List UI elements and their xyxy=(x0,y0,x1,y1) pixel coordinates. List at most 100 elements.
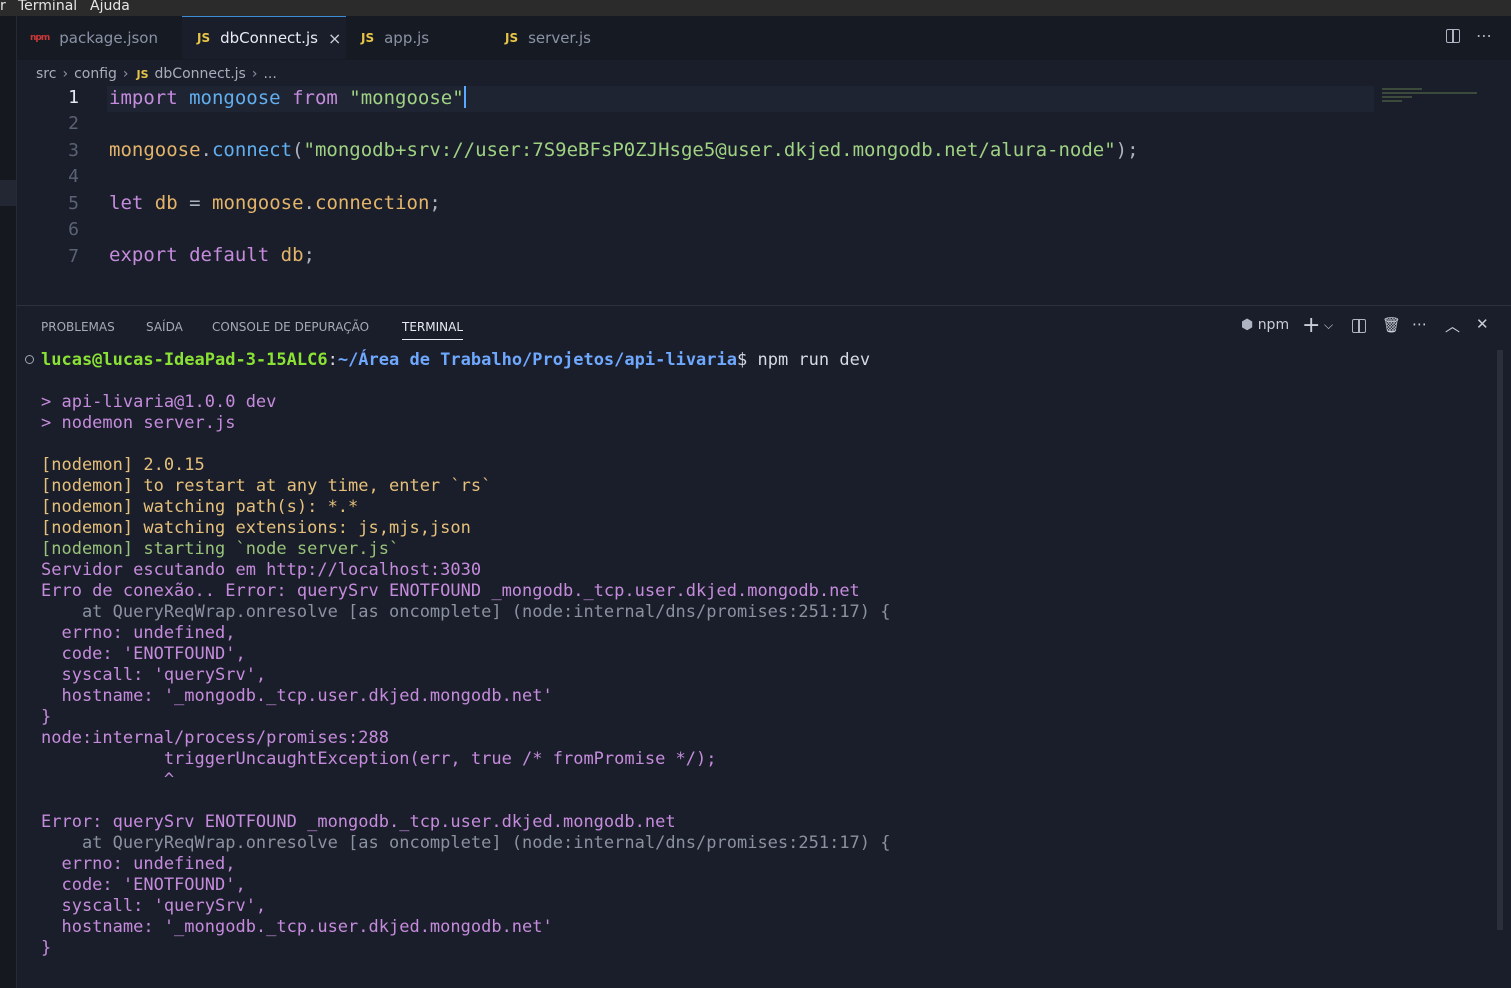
more-actions-icon[interactable]: ⋯ xyxy=(1476,26,1492,45)
breadcrumb: src › config › JS dbConnect.js › ... xyxy=(36,64,277,84)
split-terminal-icon[interactable] xyxy=(1352,319,1366,333)
identifier: mongoose xyxy=(212,192,304,214)
keyword: import xyxy=(109,87,178,109)
keyword: export xyxy=(109,244,178,266)
keyword: from xyxy=(292,87,338,109)
terminal-line: hostname: '_mongodb._tcp.user.dkjed.mong… xyxy=(41,917,553,937)
identifier: mongoose xyxy=(109,139,201,161)
terminal-line: errno: undefined, xyxy=(41,854,236,874)
terminal-name: npm xyxy=(1257,317,1290,333)
chevron-right-icon: › xyxy=(251,66,258,82)
command-status-icon[interactable] xyxy=(25,355,34,364)
tab-server-js[interactable]: JS server.js xyxy=(505,16,645,60)
tab-terminal[interactable]: TERMINAL xyxy=(402,320,464,340)
terminal-line: code: 'ENOTFOUND', xyxy=(41,875,246,895)
string-literal: "mongodb+srv://user:7S9eBFsP0ZJHsge5@use… xyxy=(303,139,1116,161)
identifier: mongoose xyxy=(189,87,281,109)
line-number: 4 xyxy=(68,166,79,187)
tab-label: server.js xyxy=(528,29,591,47)
terminal-line: [nodemon] 2.0.15 xyxy=(41,455,205,475)
code-editor[interactable]: 1 2 3 4 5 6 7 import mongoose from "mong… xyxy=(17,86,1511,304)
terminal-profile[interactable]: ⬢ npm xyxy=(1241,317,1289,333)
terminal-scrollbar[interactable] xyxy=(1497,350,1503,930)
prompt-path: ~/Área de Trabalho/Projetos/api-livaria xyxy=(337,350,737,370)
editor-tab-bar: npm package.json JS dbConnect.js × JS ap… xyxy=(17,16,1511,60)
breadcrumb-src[interactable]: src xyxy=(36,66,56,82)
terminal-line: at QueryReqWrap.onresolve [as oncomplete… xyxy=(41,833,891,853)
terminal-line: } xyxy=(41,707,52,727)
property: connection xyxy=(315,192,430,214)
string-literal: "mongoose" xyxy=(349,87,464,109)
terminal-line: > api-livaria@1.0.0 dev xyxy=(41,392,277,412)
punctuation: ( xyxy=(292,139,304,161)
js-icon: JS xyxy=(505,31,519,45)
terminal-line: [nodemon] watching extensions: js,mjs,js… xyxy=(41,518,471,538)
tab-package-json[interactable]: npm package.json xyxy=(17,16,195,60)
activity-bar-indicator xyxy=(0,180,16,206)
terminal-prompt: lucas@lucas-IdeaPad-3-15ALC6:~/Área de T… xyxy=(41,350,870,371)
code-line-3[interactable]: mongoose.connect("mongodb+srv://user:7S9… xyxy=(109,139,1139,161)
terminal-line: Servidor escutando em http://localhost:3… xyxy=(41,560,482,580)
code-line-5[interactable]: let db = mongoose.connection; xyxy=(109,192,441,214)
tab-label: app.js xyxy=(384,29,430,47)
line-number: 3 xyxy=(68,140,79,161)
terminal-output[interactable]: lucas@lucas-IdeaPad-3-15ALC6:~/Área de T… xyxy=(17,350,1492,988)
chevron-down-icon[interactable]: ⌵ xyxy=(1324,318,1333,333)
tab-problems[interactable]: PROBLEMAS xyxy=(41,320,115,334)
line-number: 2 xyxy=(68,113,79,134)
tab-dbconnect-js[interactable]: JS dbConnect.js × xyxy=(182,16,346,59)
menu-item-terminal[interactable]: Terminal xyxy=(18,0,77,13)
new-terminal-icon[interactable]: + xyxy=(1302,313,1320,338)
identifier: db xyxy=(154,192,178,214)
minimap[interactable] xyxy=(1382,86,1492,106)
tab-output[interactable]: SAÍDA xyxy=(146,320,183,334)
terminal-line: Erro de conexão.. Error: querySrv ENOTFO… xyxy=(41,581,860,601)
split-editor-icon[interactable] xyxy=(1446,29,1460,43)
terminal-line: [nodemon] starting `node server.js` xyxy=(41,539,400,559)
tab-label: package.json xyxy=(59,29,158,47)
prompt-user: lucas@lucas-IdeaPad-3-15ALC6 xyxy=(41,350,328,370)
prompt-separator: : xyxy=(327,350,338,370)
menu-bar: r Terminal Ajuda xyxy=(0,0,1511,16)
terminal-line: hostname: '_mongodb._tcp.user.dkjed.mong… xyxy=(41,686,553,706)
breadcrumb-file[interactable]: dbConnect.js xyxy=(155,66,246,82)
npm-icon: npm xyxy=(30,33,50,43)
tab-label: dbConnect.js xyxy=(220,29,318,47)
cube-icon: ⬢ xyxy=(1241,317,1254,333)
terminal-line: at QueryReqWrap.onresolve [as oncomplete… xyxy=(41,602,891,622)
menu-item-help[interactable]: Ajuda xyxy=(90,0,130,13)
more-actions-icon[interactable]: ⋯ xyxy=(1412,315,1427,333)
terminal-line: } xyxy=(41,938,52,958)
tab-app-js[interactable]: JS app.js xyxy=(361,16,501,60)
breadcrumb-more[interactable]: ... xyxy=(263,66,276,82)
close-icon[interactable]: × xyxy=(328,29,341,48)
terminal-line: triggerUncaughtException(err, true /* fr… xyxy=(41,749,717,769)
keyword: let xyxy=(109,192,144,214)
terminal-line: ^ xyxy=(41,770,175,790)
activity-bar xyxy=(0,16,17,988)
js-icon: JS xyxy=(197,31,211,45)
terminal-line: syscall: 'querySrv', xyxy=(41,896,267,916)
code-line-7[interactable]: export default db; xyxy=(109,244,315,266)
terminal-line: Error: querySrv ENOTFOUND _mongodb._tcp.… xyxy=(41,812,676,832)
punctuation: . xyxy=(303,192,315,214)
menu-item-partial[interactable]: r xyxy=(0,0,6,13)
breadcrumb-config[interactable]: config xyxy=(74,66,117,82)
code-line-1[interactable]: import mongoose from "mongoose" xyxy=(109,86,466,109)
terminal-line: code: 'ENOTFOUND', xyxy=(41,644,246,664)
panel-tab-bar: PROBLEMAS SAÍDA CONSOLE DE DEPURAÇÃO TER… xyxy=(17,306,1511,346)
text-cursor xyxy=(463,86,466,108)
maximize-panel-icon[interactable]: ︿ xyxy=(1445,315,1460,336)
trash-icon[interactable]: 🗑 xyxy=(1382,316,1401,334)
chevron-right-icon: › xyxy=(62,66,69,82)
terminal-line: syscall: 'querySrv', xyxy=(41,665,267,685)
punctuation: ; xyxy=(429,192,441,214)
terminal-line: errno: undefined, xyxy=(41,623,236,643)
js-icon: JS xyxy=(136,67,149,81)
punctuation: . xyxy=(200,139,212,161)
tab-debug-console[interactable]: CONSOLE DE DEPURAÇÃO xyxy=(212,320,369,334)
terminal-line: node:internal/process/promises:288 xyxy=(41,728,389,748)
close-panel-icon[interactable]: ✕ xyxy=(1476,315,1489,333)
chevron-right-icon: › xyxy=(122,66,129,82)
identifier: db xyxy=(280,244,304,266)
